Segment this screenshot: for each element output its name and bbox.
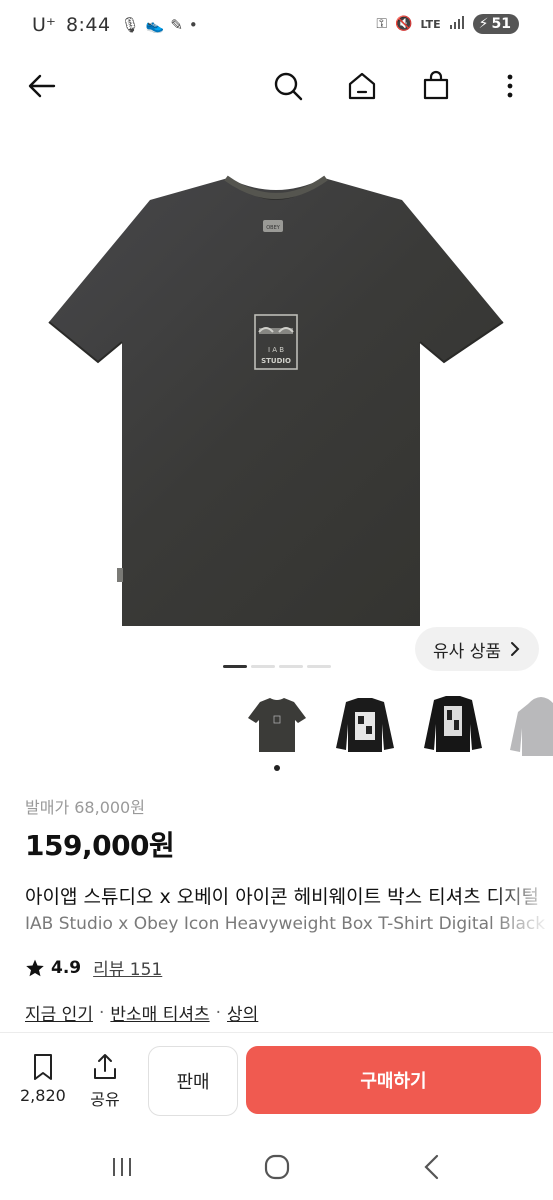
gallery-page-indicator (223, 665, 331, 668)
home-button[interactable] (342, 66, 382, 106)
divider (0, 1032, 553, 1033)
logo-line-2: STUDIO (261, 357, 291, 365)
more-vertical-icon (507, 74, 513, 98)
signal-icon (449, 15, 465, 33)
dot-icon: • (188, 16, 198, 34)
bottom-action-bar: 2,820 공유 판매 구매하기 (0, 1034, 553, 1134)
buy-button[interactable]: 구매하기 (246, 1046, 541, 1114)
product-title-korean: 아이앱 스튜디오 x 오베이 아이콘 헤비웨이트 박스 티셔츠 디지털 (25, 886, 540, 908)
page-dot (223, 665, 247, 668)
similar-products-label: 유사 상품 (433, 641, 501, 662)
thumbnail-tshirt[interactable] (240, 688, 314, 762)
share-label: 공유 (90, 1090, 120, 1109)
page-dot (279, 665, 303, 668)
bookmark-count: 2,820 (20, 1086, 66, 1105)
rating-score: 4.9 (51, 957, 82, 978)
thumbnail-jacket[interactable] (328, 688, 402, 762)
status-bar: U⁺ 8:44 🎙 👟 ✎ • ⚿ 🔇 LTE ⚡ 51 (0, 0, 553, 54)
logo-line-1: I A B (268, 346, 284, 354)
search-button[interactable] (268, 66, 308, 106)
hoodie-thumb-icon (510, 697, 553, 756)
back-button[interactable] (22, 66, 62, 106)
battery-indicator: ⚡ 51 (472, 14, 519, 34)
star-icon (26, 959, 44, 976)
bookmark-icon (33, 1054, 52, 1080)
category-link-short-sleeve[interactable]: 반소매 티셔츠 (110, 1000, 209, 1025)
home-icon (348, 72, 376, 100)
similar-products-button[interactable]: 유사 상품 (415, 627, 539, 671)
thumbnail-selected-dot (274, 765, 280, 771)
back-system-button[interactable] (410, 1147, 454, 1187)
category-breadcrumb: 지금 인기 · 반소매 티셔츠 · 상의 (25, 1000, 258, 1026)
category-separator: · (98, 1002, 105, 1023)
mute-icon: 🔇 (395, 16, 413, 32)
share-icon (94, 1054, 116, 1079)
jacket-thumb-icon-2 (424, 696, 482, 752)
page-dot (307, 665, 331, 668)
cart-button[interactable] (416, 66, 456, 106)
category-link-tops[interactable]: 상의 (227, 1000, 258, 1025)
product-title-english: IAB Studio x Obey Icon Heavyweight Box T… (25, 914, 546, 934)
more-button[interactable] (490, 66, 530, 106)
sell-button[interactable]: 판매 (148, 1046, 238, 1116)
recent-apps-button[interactable] (100, 1147, 144, 1187)
carrier-label: U⁺ (32, 14, 56, 36)
category-link-popular[interactable]: 지금 인기 (25, 1000, 93, 1025)
back-arrow-icon (28, 74, 56, 98)
shoe-icon: 👟 (145, 16, 165, 34)
thumbnail-strip (240, 688, 553, 762)
title-fade-overlay (493, 878, 553, 944)
category-separator: · (215, 1002, 222, 1023)
back-chevron-icon (424, 1154, 439, 1180)
tshirt-thumb-icon (248, 698, 306, 752)
battery-level: 51 (491, 16, 511, 32)
network-label: LTE (420, 17, 441, 31)
t-shirt-illustration: OBEY I A B STUDIO (48, 175, 504, 626)
chevron-right-icon (511, 642, 520, 656)
bookmark-button[interactable]: 2,820 (20, 1052, 66, 1105)
neck-label-text: OBEY (266, 225, 281, 231)
original-price: 발매가 68,000원 (25, 798, 145, 817)
thumbnail-hoodie[interactable] (504, 688, 553, 762)
system-nav-bar (0, 1135, 553, 1200)
home-system-button[interactable] (255, 1147, 299, 1187)
review-link[interactable]: 리뷰 151 (93, 955, 162, 980)
top-nav (0, 56, 553, 116)
search-icon (274, 72, 303, 101)
clock: 8:44 (65, 14, 111, 36)
home-circle-icon (264, 1154, 290, 1180)
jacket-thumb-icon (336, 698, 394, 752)
rating-row: 4.9 리뷰 151 (25, 955, 162, 980)
notification-icon: 🎙 (120, 16, 140, 34)
charging-icon: ⚡ (478, 16, 489, 32)
recent-apps-icon (113, 1158, 131, 1176)
thumbnail-jacket-2[interactable] (416, 688, 490, 762)
pencil-icon: ✎ (170, 16, 183, 34)
share-button[interactable]: 공유 (90, 1052, 120, 1110)
page-dot (251, 665, 275, 668)
product-image[interactable]: OBEY I A B STUDIO (0, 118, 553, 666)
key-icon: ⚿ (376, 16, 388, 32)
shopping-bag-icon (423, 70, 449, 100)
price: 159,000원 (25, 829, 175, 862)
